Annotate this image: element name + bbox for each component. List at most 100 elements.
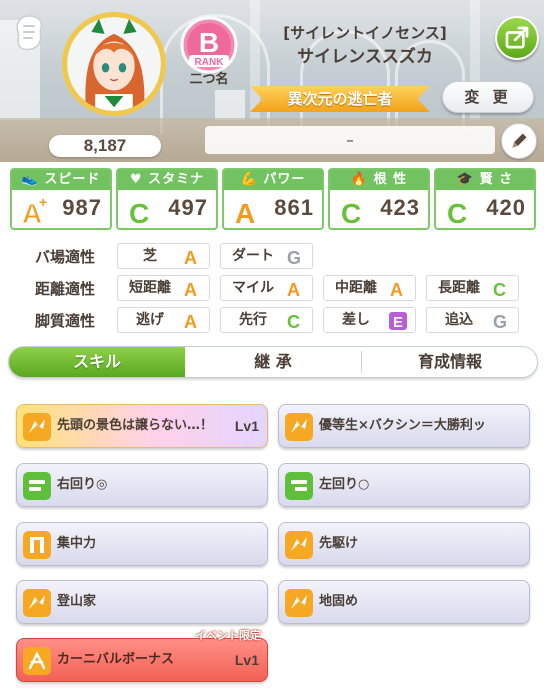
svg-text:A: A xyxy=(235,198,255,226)
track-aptitude-label: バ場適性 xyxy=(34,248,95,266)
share-icon xyxy=(505,26,529,49)
aptitude-sprint: 短距離 A xyxy=(117,275,210,301)
pencil-icon xyxy=(512,133,527,148)
aptitude-name: 芝 xyxy=(143,248,157,264)
svg-text:C: C xyxy=(287,312,300,331)
edit-memo-button[interactable] xyxy=(501,123,537,159)
stat-label: 賢 さ xyxy=(479,172,514,187)
start-gate-icon xyxy=(23,531,51,559)
grade-a-icon: A xyxy=(184,248,197,267)
svg-text:G: G xyxy=(287,248,301,267)
skill-item[interactable]: 左回り○ xyxy=(278,463,530,507)
aptitude-name: 逃げ xyxy=(136,312,164,328)
stat-speed: 👟 スピード A + 987 xyxy=(10,168,112,230)
skill-item[interactable]: 登山家 xyxy=(16,580,268,624)
speed-burst-icon xyxy=(285,589,313,617)
character-portrait[interactable] xyxy=(62,12,166,116)
speed-burst-icon xyxy=(285,413,313,441)
speed-burst-icon xyxy=(23,413,51,441)
skill-name: 右回り◎ xyxy=(57,477,108,492)
tab-inheritance[interactable]: 継 承 xyxy=(185,347,361,377)
grade-a-icon: A xyxy=(235,198,255,226)
grade-c-icon: C xyxy=(129,198,149,226)
track-direction-icon xyxy=(285,472,313,500)
grade-c-icon: C xyxy=(287,312,300,331)
arm-icon: 💪 xyxy=(240,172,258,187)
back-icon[interactable] xyxy=(10,12,48,52)
rank-badge: B RANK xyxy=(180,16,238,74)
stat-guts: 🔥 根 性 C 423 xyxy=(328,168,430,230)
skill-name: 地固め xyxy=(319,594,359,609)
stat-power: 💪 パワー A 861 xyxy=(222,168,324,230)
svg-text:A: A xyxy=(287,280,300,299)
rank-word: RANK xyxy=(195,57,225,68)
grade-g-icon: G xyxy=(287,248,301,267)
rank-letter: B xyxy=(199,27,219,58)
skill-item[interactable]: 集中力 xyxy=(16,522,268,566)
stat-value: 423 xyxy=(380,195,420,220)
distance-aptitude-label: 距離適性 xyxy=(34,280,95,298)
skill-item[interactable]: 地固め xyxy=(278,580,530,624)
fan-count: 8,187 xyxy=(49,135,161,157)
aptitude-name: 差し xyxy=(342,312,370,328)
skill-name: 優等生×バクシン＝大勝利ッ xyxy=(319,418,486,433)
graduation-cap-icon: 🎓 xyxy=(456,172,475,187)
skill-item[interactable]: 優等生×バクシン＝大勝利ッ xyxy=(278,404,530,448)
stats-panel: 👟 スピード A + 987 ♥ スタミナ C 497 💪 パワー A 861 … xyxy=(10,168,536,230)
aptitude-name: マイル xyxy=(232,280,274,296)
grade-c-icon: C xyxy=(447,198,467,226)
grade-c-icon: C xyxy=(341,198,361,226)
track-direction-icon xyxy=(23,472,51,500)
aptitude-late-surger: 差し E xyxy=(323,307,416,333)
skill-item[interactable]: 先頭の景色は譲らない…！ Lv1 xyxy=(16,404,268,448)
strategy-aptitude-label: 脚質適性 xyxy=(34,312,95,330)
heart-icon: ♥ xyxy=(129,172,143,187)
grade-a-icon: A xyxy=(184,312,197,331)
skill-name: カーニバルボーナス xyxy=(57,652,175,667)
tab-training-info[interactable]: 育成情報 xyxy=(362,347,537,377)
skill-item[interactable]: イベント限定 カーニバルボーナス Lv1 xyxy=(16,629,268,682)
stat-label: スタミナ xyxy=(148,172,205,187)
skill-item[interactable]: 先駆け xyxy=(278,522,530,566)
speed-burst-icon xyxy=(23,589,51,617)
skill-level: Lv1 xyxy=(234,418,259,434)
svg-text:G: G xyxy=(493,312,507,331)
skill-name: 先頭の景色は譲らない…！ xyxy=(57,418,214,433)
skill-item[interactable]: 右回り◎ xyxy=(16,463,268,507)
aptitude-medium: 中距離 A xyxy=(323,275,416,301)
aptitude-name: 中距離 xyxy=(335,280,377,296)
skill-name: 先駆け xyxy=(319,536,359,551)
festival-icon xyxy=(23,647,51,675)
svg-text:C: C xyxy=(129,198,149,226)
flame-icon: 🔥 xyxy=(350,172,369,187)
change-epithet-button[interactable]: 変 更 xyxy=(442,81,534,113)
speed-burst-icon xyxy=(285,531,313,559)
grade-g-icon: G xyxy=(493,312,507,331)
svg-text:+: + xyxy=(39,194,47,210)
stat-value: 861 xyxy=(274,195,314,220)
aptitude-pace-chaser: 先行 C xyxy=(220,307,313,333)
character-name: サイレンススズカ xyxy=(297,47,433,67)
svg-text:C: C xyxy=(341,198,361,226)
character-costume-title: [サイレントイノセンス] xyxy=(283,24,447,42)
grade-a-icon: A xyxy=(184,280,197,299)
profile-header: 8,187 B RANK 二つ名 [サイレントイノセンス] サイレンススズカ 異… xyxy=(0,0,544,162)
skill-name: 集中力 xyxy=(57,536,97,551)
stat-value: 420 xyxy=(486,195,526,220)
skill-name: 左回り○ xyxy=(319,477,370,492)
grade-a-icon: A xyxy=(390,280,403,299)
background-window xyxy=(215,90,245,120)
grade-a-plus-icon: A + xyxy=(22,194,48,226)
skill-level: Lv1 xyxy=(234,652,259,668)
detail-tabs: スキル 継 承 育成情報 xyxy=(8,346,538,378)
tab-skills[interactable]: スキル xyxy=(9,347,185,377)
grade-a-icon: A xyxy=(287,280,300,299)
svg-text:E: E xyxy=(393,314,403,331)
shoe-icon: 👟 xyxy=(21,172,39,187)
aptitude-mile: マイル A xyxy=(220,275,313,301)
memo-field: – xyxy=(205,126,495,154)
stat-label: パワー xyxy=(263,172,306,187)
aptitude-name: 追込 xyxy=(445,312,473,328)
share-button[interactable] xyxy=(495,16,539,60)
svg-text:C: C xyxy=(447,198,467,226)
